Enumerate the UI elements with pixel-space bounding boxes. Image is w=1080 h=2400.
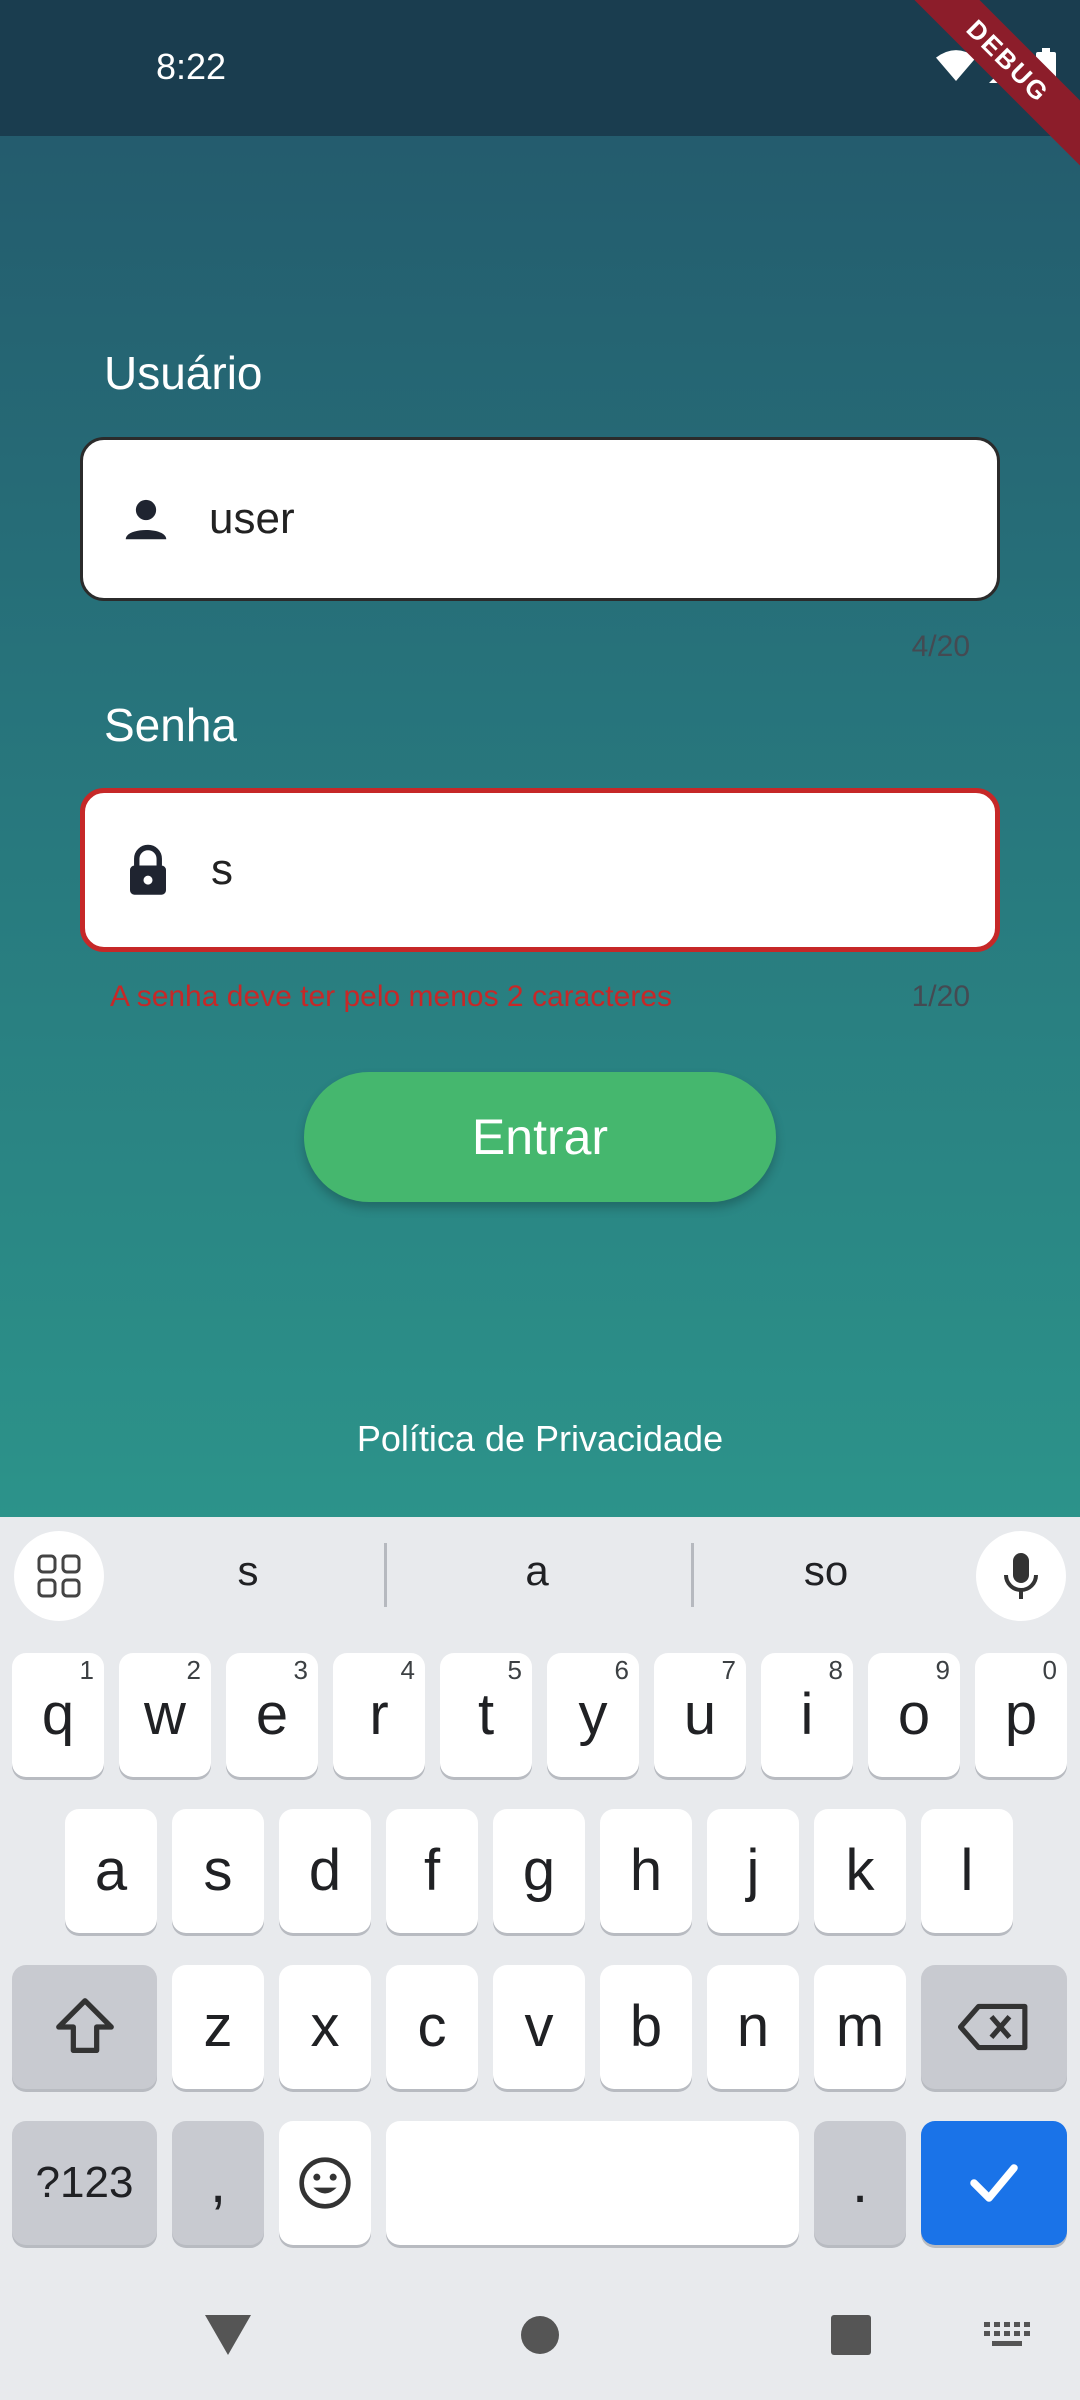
key-q[interactable]: q1: [12, 1653, 104, 1777]
shift-icon: [55, 1998, 114, 2053]
key-label: w: [144, 1682, 186, 1747]
key-k[interactable]: k: [814, 1809, 906, 1933]
password-value: s: [211, 845, 233, 894]
key-j[interactable]: j: [707, 1809, 799, 1933]
emoji-key[interactable]: [279, 2121, 371, 2245]
key-hint: 6: [614, 1655, 629, 1685]
username-field[interactable]: user: [80, 437, 1000, 601]
key-b[interactable]: b: [600, 1965, 692, 2089]
key-hint: 3: [293, 1655, 308, 1685]
key-m[interactable]: m: [814, 1965, 906, 2089]
soft-keyboard: s a so q1 w2 e3 r4 t5 y6 u7 i8 o9 p0 a s…: [0, 1517, 1080, 2270]
key-hint: 4: [400, 1655, 415, 1685]
key-f[interactable]: f: [386, 1809, 478, 1933]
key-hint: 9: [935, 1655, 950, 1685]
password-label: Senha: [104, 699, 238, 751]
login-screen: 8:22 DEBUG Usuário user 4/20 Senha s A s…: [0, 0, 1080, 1517]
suggestion-2[interactable]: a: [437, 1547, 637, 1595]
key-a[interactable]: a: [65, 1809, 157, 1933]
key-hint: 2: [186, 1655, 201, 1685]
done-key[interactable]: [921, 2121, 1067, 2245]
suggestion-1[interactable]: s: [148, 1547, 348, 1595]
key-label: q: [41, 1682, 75, 1747]
key-hint: 0: [1042, 1655, 1057, 1685]
username-label: Usuário: [104, 347, 263, 399]
key-label: u: [683, 1682, 717, 1747]
key-c[interactable]: c: [386, 1965, 478, 2089]
privacy-policy-link[interactable]: Política de Privacidade: [0, 1418, 1080, 1460]
key-u[interactable]: u7: [654, 1653, 746, 1777]
key-label: e: [255, 1682, 289, 1747]
key-hint: 7: [721, 1655, 736, 1685]
key-hint: 8: [828, 1655, 843, 1685]
key-e[interactable]: e3: [226, 1653, 318, 1777]
password-field[interactable]: s: [80, 788, 1000, 952]
key-x[interactable]: x: [279, 1965, 371, 2089]
suggestion-divider: [384, 1543, 387, 1607]
key-label: o: [897, 1682, 931, 1747]
key-n[interactable]: n: [707, 1965, 799, 2089]
backspace-icon: [958, 2003, 1028, 2051]
key-o[interactable]: o9: [868, 1653, 960, 1777]
key-i[interactable]: i8: [761, 1653, 853, 1777]
keyboard-switch-icon[interactable]: [984, 2322, 1030, 2348]
password-error: A senha deve ter pelo menos 2 caracteres: [110, 980, 673, 1013]
key-label: i: [800, 1682, 814, 1747]
period-key[interactable]: .: [814, 2121, 906, 2245]
username-counter: 4/20: [911, 630, 970, 663]
key-p[interactable]: p0: [975, 1653, 1067, 1777]
status-bar: 8:22: [0, 0, 1080, 136]
key-label: y: [578, 1682, 608, 1747]
person-icon: [125, 499, 167, 540]
key-t[interactable]: t5: [440, 1653, 532, 1777]
lock-icon: [130, 844, 166, 895]
username-value: user: [209, 494, 295, 543]
key-label: r: [369, 1682, 389, 1747]
suggestion-3[interactable]: so: [726, 1547, 926, 1595]
key-r[interactable]: r4: [333, 1653, 425, 1777]
key-label: t: [477, 1682, 495, 1747]
back-icon[interactable]: [203, 2313, 253, 2357]
key-d[interactable]: d: [279, 1809, 371, 1933]
backspace-key[interactable]: [921, 1965, 1067, 2089]
recents-icon[interactable]: [831, 2315, 871, 2355]
key-s[interactable]: s: [172, 1809, 264, 1933]
login-button[interactable]: Entrar: [304, 1072, 776, 1202]
key-hint: 5: [507, 1655, 522, 1685]
status-time: 8:22: [156, 46, 227, 87]
navigation-bar: [0, 2270, 1080, 2400]
key-z[interactable]: z: [172, 1965, 264, 2089]
key-l[interactable]: l: [921, 1809, 1013, 1933]
key-h[interactable]: h: [600, 1809, 692, 1933]
symbols-key[interactable]: ?123: [12, 2121, 157, 2245]
checkmark-icon: [970, 2164, 1018, 2202]
shift-key[interactable]: [12, 1965, 157, 2089]
comma-key[interactable]: ,: [172, 2121, 264, 2245]
key-g[interactable]: g: [493, 1809, 585, 1933]
home-icon[interactable]: [520, 2315, 560, 2355]
grid-icon: [37, 1554, 81, 1598]
key-label: p: [1004, 1682, 1038, 1747]
key-v[interactable]: v: [493, 1965, 585, 2089]
key-hint: 1: [79, 1655, 94, 1685]
space-key[interactable]: [386, 2121, 799, 2245]
voice-input-button[interactable]: [976, 1531, 1066, 1621]
emoji-icon: [299, 2157, 351, 2209]
mic-icon: [1004, 1553, 1038, 1599]
suggestion-divider: [691, 1543, 694, 1607]
keyboard-apps-button[interactable]: [14, 1531, 104, 1621]
key-w[interactable]: w2: [119, 1653, 211, 1777]
password-counter: 1/20: [911, 980, 970, 1013]
key-y[interactable]: y6: [547, 1653, 639, 1777]
